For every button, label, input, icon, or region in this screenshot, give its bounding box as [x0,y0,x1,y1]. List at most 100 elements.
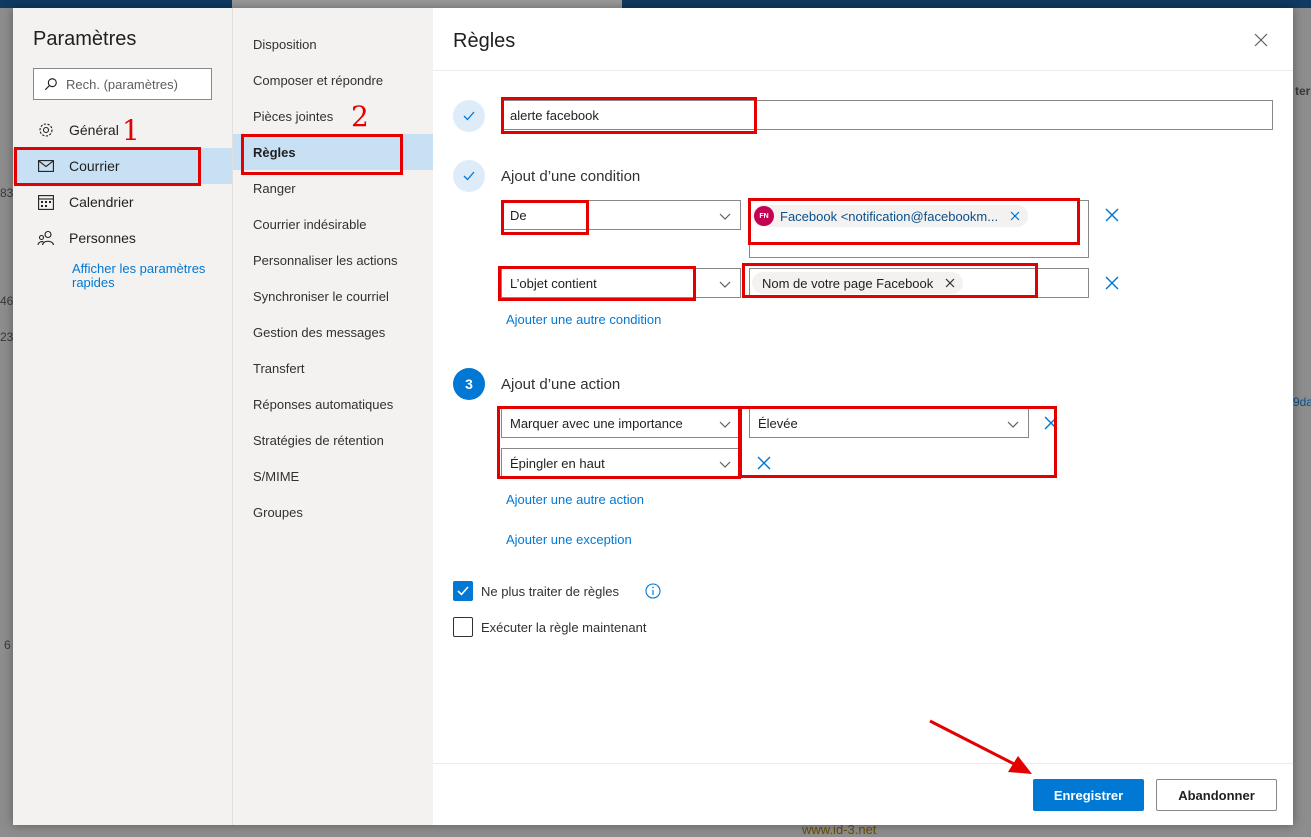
rule-name-value: alerte facebook [510,107,599,123]
app-header-backdrop [0,0,1311,8]
chip-remove-icon[interactable] [945,278,955,288]
mail-icon [37,157,55,175]
menu-item-auto-replies[interactable]: Réponses automatiques [233,386,433,422]
panel-title: Règles [453,30,516,52]
sidebar-item-calendar[interactable]: Calendrier [13,184,232,220]
remove-action-2-button[interactable] [756,455,772,471]
menu-item-sweep[interactable]: Ranger [233,170,433,206]
sidebar-item-mail[interactable]: Courrier [13,148,232,184]
condition-section-label: Ajout d’une condition [501,168,641,185]
cancel-button[interactable]: Abandonner [1156,779,1277,811]
step-3-indicator: 3 [453,368,485,400]
stop-processing-label: Ne plus traiter de règles [481,584,620,599]
subject-keyword-field[interactable]: Nom de votre page Facebook [749,268,1089,298]
rule-name-input[interactable]: alerte facebook [501,100,1273,130]
sidebar-item-label: Courrier [69,158,120,174]
condition-1-dropdown[interactable]: De [501,200,741,230]
chevron-down-icon [719,281,731,288]
dropdown-value: L’objet contient [510,275,597,291]
sender-chip[interactable]: FN Facebook <notification@facebookm... [752,205,1029,227]
checkmark-icon [463,111,475,121]
menu-item-customize-actions[interactable]: Personnaliser les actions [233,242,433,278]
menu-item-junk[interactable]: Courrier indésirable [233,206,433,242]
settings-dialog: Paramètres Rech. (paramètres) Général Co… [13,8,1293,825]
menu-item-attachments[interactable]: Pièces jointes [233,98,433,134]
add-action-link[interactable]: Ajouter une autre action [506,492,644,507]
close-icon [1044,416,1058,430]
menu-item-compose[interactable]: Composer et répondre [233,62,433,98]
checkmark-icon [457,586,469,596]
app-backdrop-bottom [0,825,1311,837]
run-now-label: Exécuter la règle maintenant [481,620,647,635]
action-section-label: Ajout d’une action [501,376,621,393]
menu-item-sync[interactable]: Synchroniser le courriel [233,278,433,314]
menu-item-rules[interactable]: Règles [233,134,433,170]
checkmark-icon [463,171,475,181]
chevron-down-icon [719,461,731,468]
mail-settings-menu: Disposition Composer et répondre Pièces … [232,8,433,825]
settings-search-input[interactable]: Rech. (paramètres) [33,68,212,100]
people-icon [37,229,55,247]
remove-condition-1-button[interactable] [1104,207,1120,223]
divider [433,70,1293,71]
rules-panel: Règles alerte facebook Ajout d’une condi… [433,8,1293,825]
close-icon [1254,33,1268,47]
search-icon [44,78,57,91]
menu-item-message-handling[interactable]: Gestion des messages [233,314,433,350]
dropdown-value: Épingler en haut [510,455,605,471]
close-icon [757,456,771,470]
menu-item-groups[interactable]: Groupes [233,494,433,530]
backdrop-fragment: 83 [0,186,14,200]
backdrop-fragment: ter [1295,84,1311,98]
info-icon[interactable] [645,583,661,599]
sidebar-item-label: Personnes [69,230,136,246]
dropdown-value: Élevée [758,415,798,431]
backdrop-fragment: 6 [4,638,11,652]
menu-item-retention[interactable]: Stratégies de rétention [233,422,433,458]
avatar: FN [754,206,774,226]
sender-field[interactable]: FN Facebook <notification@facebookm... [749,200,1089,258]
chevron-down-icon [1007,421,1019,428]
settings-title: Paramètres [33,28,137,50]
sidebar-item-people[interactable]: Personnes [13,220,232,256]
run-now-checkbox[interactable] [453,617,473,637]
quick-settings-link[interactable]: Afficher les paramètres rapides [72,262,212,290]
remove-action-1-button[interactable] [1043,415,1059,431]
menu-item-forwarding[interactable]: Transfert [233,350,433,386]
dropdown-value: Marquer avec une importance [510,415,683,431]
search-placeholder: Rech. (paramètres) [66,76,178,92]
menu-item-smime[interactable]: S/MIME [233,458,433,494]
chevron-down-icon [719,213,731,220]
gear-icon [37,121,55,139]
add-condition-link[interactable]: Ajouter une autre condition [506,312,661,327]
keyword-chip[interactable]: Nom de votre page Facebook [752,272,964,294]
sidebar-item-label: Général [69,122,119,138]
close-icon [1105,276,1119,290]
backdrop-fragment: 46 [0,294,14,308]
step-2-check [453,160,485,192]
annotation-number: 2 [351,100,369,133]
close-icon [1105,208,1119,222]
calendar-icon [37,193,55,211]
chip-remove-icon[interactable] [1010,211,1020,221]
backdrop-fragment: 9da [1293,395,1311,409]
importance-dropdown[interactable]: Élevée [749,408,1029,438]
remove-condition-2-button[interactable] [1104,275,1120,291]
app-backdrop-left [0,8,13,837]
action-1-dropdown[interactable]: Marquer avec une importance [501,408,741,438]
dropdown-value: De [510,207,527,223]
divider [433,763,1293,764]
condition-2-dropdown[interactable]: L’objet contient [501,268,741,298]
chip-label: Nom de votre page Facebook [762,275,934,291]
annotation-number: 1 [122,114,140,147]
close-button[interactable] [1251,30,1271,50]
action-2-dropdown[interactable]: Épingler en haut [501,448,741,478]
backdrop-fragment: 23 [0,330,14,344]
save-button[interactable]: Enregistrer [1033,779,1144,811]
chip-label: Facebook <notification@facebookm... [780,208,999,224]
app-backdrop-right [1293,8,1311,837]
stop-processing-checkbox[interactable] [453,581,473,601]
menu-item-layout[interactable]: Disposition [233,26,433,62]
add-exception-link[interactable]: Ajouter une exception [506,532,632,547]
step-1-check [453,100,485,132]
